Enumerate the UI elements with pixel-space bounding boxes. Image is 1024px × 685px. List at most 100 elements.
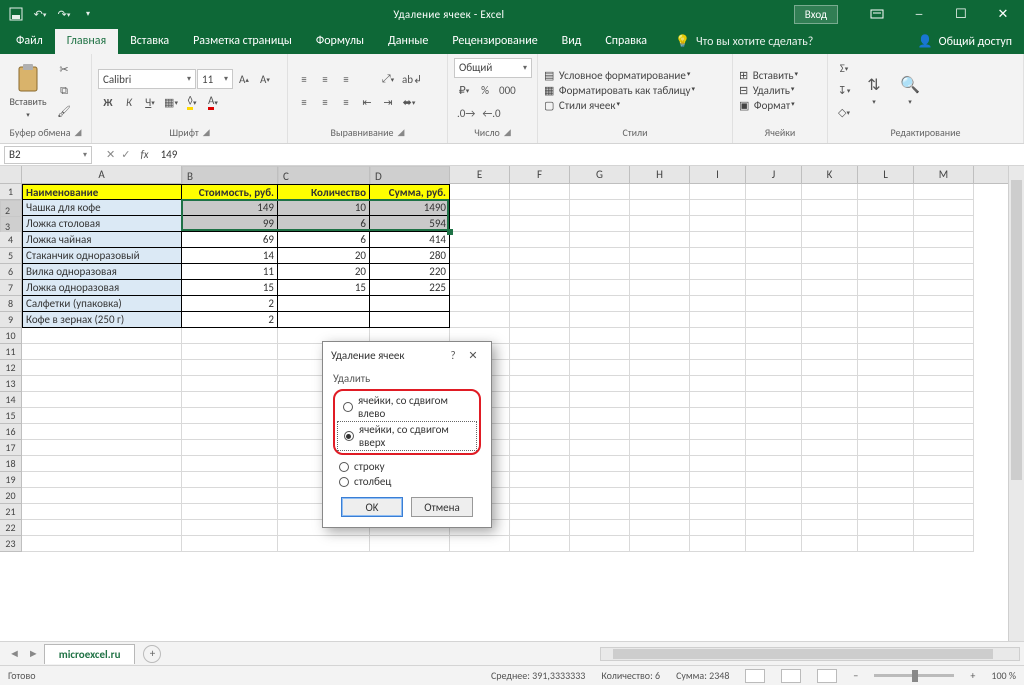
help-icon[interactable]: ? <box>443 349 463 362</box>
cell[interactable] <box>858 456 914 472</box>
cell[interactable] <box>510 488 570 504</box>
maximize-icon[interactable]: ☐ <box>940 0 982 28</box>
cell[interactable] <box>914 456 974 472</box>
cell[interactable] <box>746 200 802 216</box>
cell[interactable] <box>746 280 802 296</box>
cell[interactable] <box>450 200 510 216</box>
redo-icon[interactable]: ↷▾ <box>54 4 74 24</box>
sheet-tab[interactable]: microexcel.ru <box>44 644 136 664</box>
radio-shift-left[interactable]: ячейки, со сдвигом влево <box>337 393 477 421</box>
dialog-launcher-icon[interactable]: ◢ <box>75 127 82 138</box>
cell[interactable] <box>746 312 802 328</box>
cell[interactable] <box>510 536 570 552</box>
row-header[interactable]: 20 <box>0 488 22 504</box>
cell[interactable] <box>510 424 570 440</box>
cell[interactable] <box>914 472 974 488</box>
cell[interactable] <box>570 232 630 248</box>
cell[interactable] <box>914 312 974 328</box>
cell[interactable] <box>630 520 690 536</box>
radio-column[interactable]: столбец <box>333 474 481 489</box>
cell[interactable] <box>802 232 858 248</box>
row-header[interactable]: 8 <box>0 296 22 312</box>
cell[interactable] <box>690 216 746 232</box>
cell[interactable] <box>690 536 746 552</box>
cell[interactable] <box>22 328 182 344</box>
cell[interactable] <box>570 536 630 552</box>
cell[interactable] <box>630 440 690 456</box>
cell[interactable] <box>690 472 746 488</box>
ribbon-options-icon[interactable] <box>856 0 898 28</box>
cell[interactable] <box>690 520 746 536</box>
cell[interactable] <box>802 328 858 344</box>
cell[interactable] <box>802 440 858 456</box>
cell[interactable] <box>510 392 570 408</box>
cell[interactable] <box>802 264 858 280</box>
cell[interactable]: 220 <box>370 264 450 280</box>
cell[interactable] <box>858 264 914 280</box>
col-header[interactable]: K <box>802 166 858 183</box>
cell[interactable]: 20 <box>278 248 370 264</box>
cell[interactable] <box>450 216 510 232</box>
cell[interactable] <box>858 520 914 536</box>
cell[interactable] <box>570 280 630 296</box>
login-button[interactable]: Вход <box>794 5 838 24</box>
cell[interactable] <box>802 520 858 536</box>
cell[interactable] <box>746 216 802 232</box>
align-center-icon[interactable]: ≡ <box>315 92 335 112</box>
font-size-select[interactable]: 11▾ <box>197 69 233 89</box>
cell[interactable] <box>570 248 630 264</box>
bold-icon[interactable]: Ж <box>98 92 118 112</box>
cut-icon[interactable]: ✂ <box>54 60 74 80</box>
cell[interactable]: Ложка одноразовая <box>22 280 182 296</box>
cell[interactable] <box>630 248 690 264</box>
cell[interactable] <box>858 344 914 360</box>
clear-icon[interactable]: ◇▾ <box>834 103 854 123</box>
close-icon[interactable]: ✕ <box>982 0 1024 28</box>
cell[interactable] <box>22 456 182 472</box>
cell[interactable]: Количество <box>278 184 370 200</box>
cell[interactable] <box>914 264 974 280</box>
row-header[interactable]: 15 <box>0 408 22 424</box>
cell[interactable] <box>510 248 570 264</box>
insert-cells-button[interactable]: ⊞ Вставить▾ <box>739 69 798 82</box>
cell[interactable]: Наименование <box>22 184 182 200</box>
number-format-select[interactable]: Общий▾ <box>454 58 532 78</box>
cell[interactable] <box>690 488 746 504</box>
cell[interactable] <box>802 184 858 200</box>
cell[interactable]: 414 <box>370 232 450 248</box>
cell[interactable]: 11 <box>182 264 278 280</box>
cell[interactable] <box>746 296 802 312</box>
cell[interactable]: Вилка одноразовая <box>22 264 182 280</box>
copy-icon[interactable]: ⧉ <box>54 81 74 101</box>
cell[interactable] <box>22 472 182 488</box>
cell[interactable] <box>858 216 914 232</box>
cell[interactable] <box>570 216 630 232</box>
cell[interactable] <box>450 296 510 312</box>
cell[interactable] <box>510 200 570 216</box>
cell[interactable] <box>630 392 690 408</box>
cell[interactable] <box>570 360 630 376</box>
cell[interactable] <box>746 264 802 280</box>
italic-icon[interactable]: К <box>119 92 139 112</box>
cell[interactable] <box>182 344 278 360</box>
cell[interactable] <box>690 504 746 520</box>
cell[interactable] <box>858 472 914 488</box>
percent-icon[interactable]: % <box>475 81 495 101</box>
cell-styles-button[interactable]: ▢ Стили ячеек▾ <box>544 99 695 112</box>
sheet-nav-prev-icon[interactable]: ◄ <box>6 647 23 660</box>
cell[interactable] <box>630 328 690 344</box>
cell[interactable] <box>182 504 278 520</box>
col-header[interactable]: M <box>914 166 974 183</box>
cell[interactable]: 225 <box>370 280 450 296</box>
row-header[interactable]: 5 <box>0 248 22 264</box>
indent-inc-icon[interactable]: ⇥ <box>378 92 398 112</box>
cell[interactable] <box>914 248 974 264</box>
cell[interactable] <box>182 456 278 472</box>
cell[interactable] <box>630 376 690 392</box>
cell[interactable] <box>370 312 450 328</box>
cell[interactable] <box>510 504 570 520</box>
worksheet-grid[interactable]: ABCDEFGHIJKLM 1НаименованиеСтоимость, ру… <box>0 166 1024 641</box>
cell[interactable] <box>690 424 746 440</box>
cell[interactable] <box>858 312 914 328</box>
format-cells-button[interactable]: ▣ Формат▾ <box>739 99 798 112</box>
